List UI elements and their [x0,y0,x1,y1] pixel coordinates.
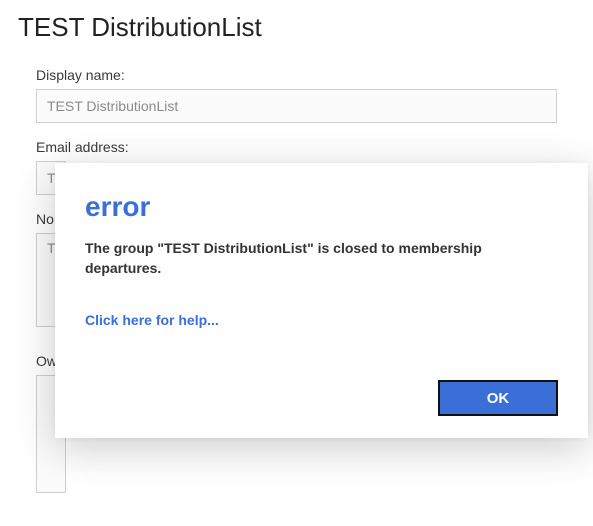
dialog-message: The group "TEST DistributionList" is clo… [85,239,558,278]
ok-button[interactable]: OK [438,380,558,416]
dialog-title: error [85,191,558,223]
display-name-label: Display name: [36,67,557,83]
help-link[interactable]: Click here for help... [85,312,219,328]
email-address-label: Email address: [36,139,557,155]
error-dialog: error The group "TEST DistributionList" … [55,163,588,438]
page-title: TEST DistributionList [18,12,575,43]
dialog-actions: OK [85,380,558,416]
display-name-input[interactable] [36,89,557,123]
